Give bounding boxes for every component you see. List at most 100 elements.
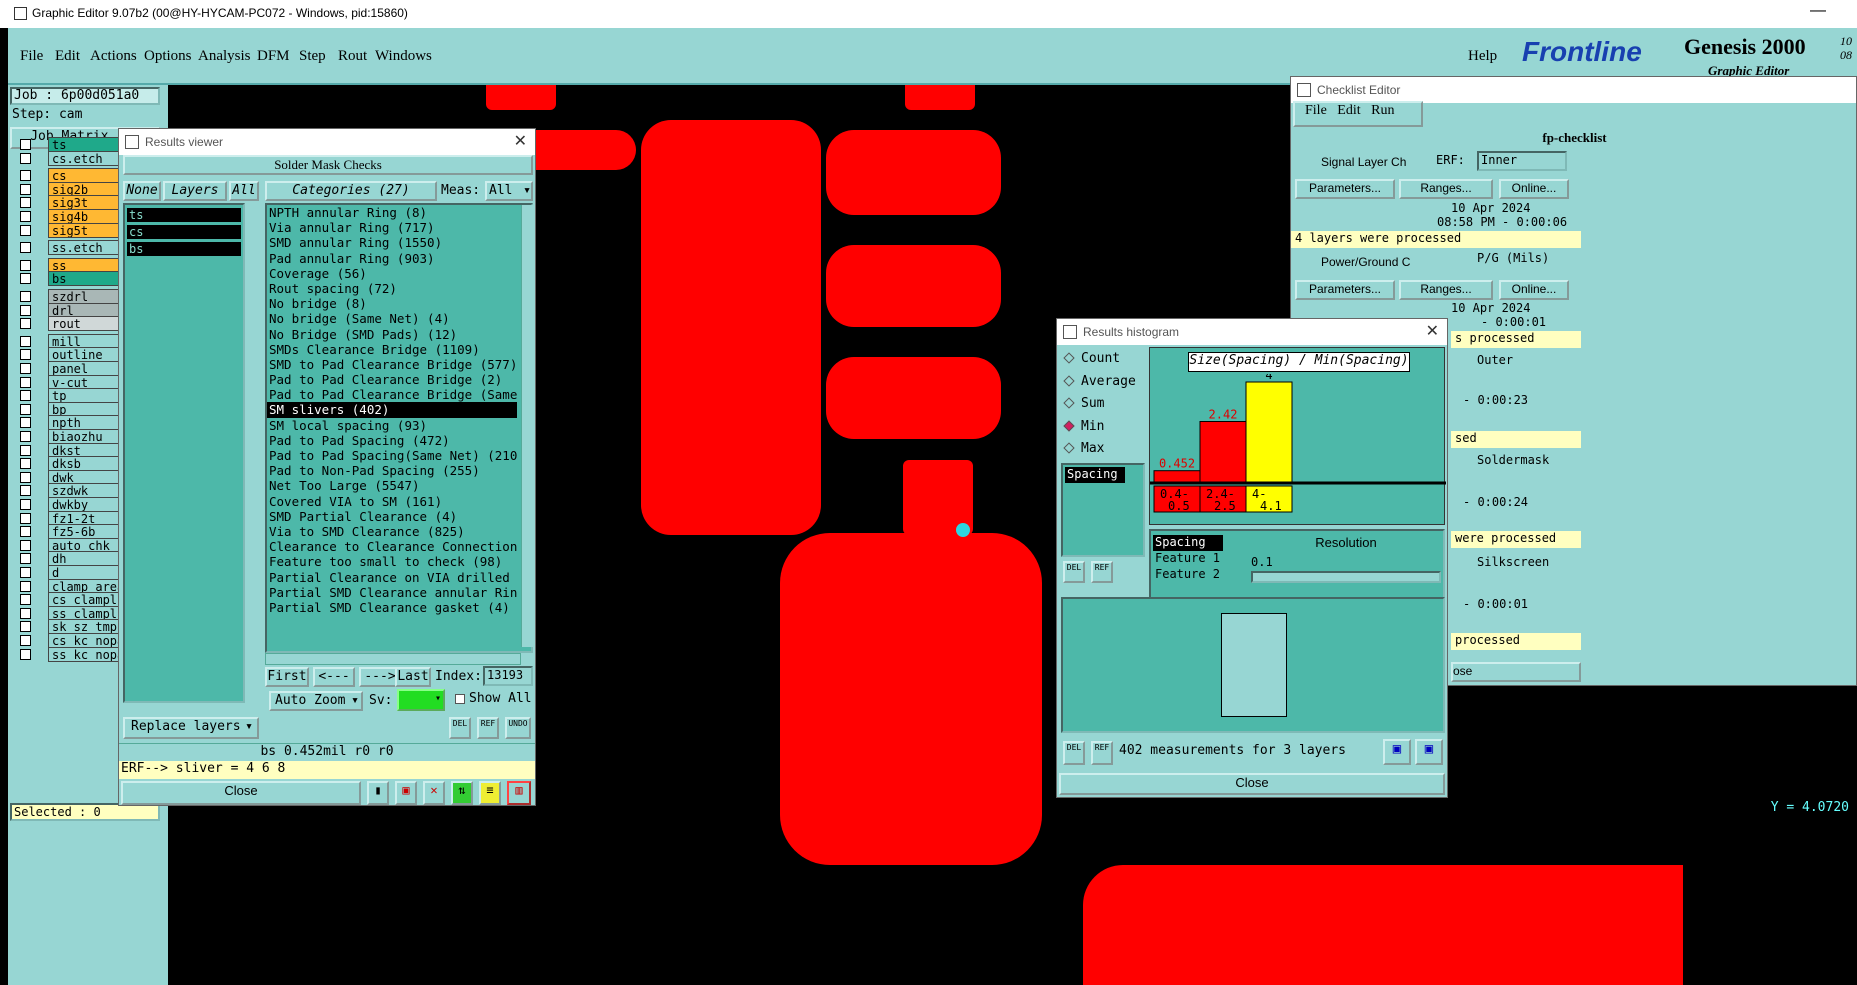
online-button-2[interactable]: Online...	[1499, 280, 1569, 300]
meas-select[interactable]: All ▾	[485, 181, 533, 201]
compare-icon[interactable]: ⇅	[451, 781, 473, 805]
menu-edit[interactable]: Edit	[55, 48, 80, 65]
minimize-icon[interactable]: —	[1810, 2, 1826, 20]
category-item[interactable]: SMD to Pad Clearance Bridge (577)	[267, 357, 517, 372]
category-item[interactable]: SMD annular Ring (1550)	[267, 235, 517, 250]
none-button[interactable]: None	[123, 181, 161, 201]
category-item[interactable]: Clearance to Clearance Connection	[267, 539, 517, 554]
category-item[interactable]: Rout spacing (72)	[267, 281, 517, 296]
category-item[interactable]: Partial Clearance on VIA drilled	[267, 570, 517, 585]
ref-button[interactable]: REF	[477, 717, 499, 739]
category-item[interactable]: SMD Partial Clearance (4)	[267, 509, 517, 524]
layer-checkbox[interactable]	[20, 183, 31, 195]
layer-checkbox[interactable]	[20, 197, 31, 209]
layer-checkbox[interactable]	[20, 349, 31, 361]
close-icon[interactable]: ✕	[514, 129, 527, 155]
hist-del-button[interactable]: DEL	[1063, 561, 1085, 583]
measure-item[interactable]: Spacing	[1065, 467, 1125, 483]
aggregate-option[interactable]: Min	[1063, 419, 1104, 437]
menu-rout[interactable]: Rout	[338, 48, 367, 65]
aggregate-option[interactable]: Max	[1063, 441, 1104, 459]
histogram-bar[interactable]	[1245, 381, 1293, 483]
layer-checkbox[interactable]	[20, 224, 31, 236]
layer-checkbox[interactable]	[20, 471, 31, 483]
parameters-button[interactable]: Parameters...	[1295, 179, 1395, 199]
category-item[interactable]: Feature too small to check (98)	[267, 554, 517, 569]
layer-checkbox[interactable]	[20, 139, 31, 150]
layer-checkbox[interactable]	[20, 403, 31, 415]
category-item[interactable]: Partial SMD Clearance gasket (4)	[267, 600, 517, 615]
category-item[interactable]: Pad to Pad Spacing (472)	[267, 433, 517, 448]
histogram-close-button[interactable]: Close	[1059, 773, 1445, 795]
category-item[interactable]: NPTH annular Ring (8)	[267, 205, 517, 220]
layer-checkbox[interactable]	[20, 152, 31, 164]
category-item[interactable]: Pad annular Ring (903)	[267, 251, 517, 266]
checklist-close-button[interactable]: ose	[1451, 662, 1581, 682]
last-button[interactable]: Last	[395, 667, 431, 687]
layer-checkbox[interactable]	[20, 539, 31, 551]
result-layer-item[interactable]: cs	[127, 225, 241, 239]
menu-actions[interactable]: Actions	[90, 48, 137, 65]
layer-checkbox[interactable]	[20, 607, 31, 619]
layer-checkbox[interactable]	[20, 499, 31, 510]
hist-ref-button-2[interactable]: REF	[1091, 741, 1113, 765]
layer-checkbox[interactable]	[20, 170, 31, 182]
menu-windows[interactable]: Windows	[375, 48, 432, 65]
notes-icon[interactable]: ≡	[479, 781, 501, 805]
detail-item-feature2[interactable]: Feature 2	[1153, 567, 1220, 581]
close-button[interactable]: Close	[121, 781, 361, 805]
ranges-button[interactable]: Ranges...	[1399, 179, 1493, 199]
layer-checkbox[interactable]	[20, 259, 31, 271]
layer-checkbox[interactable]	[20, 417, 31, 429]
menu-dfm[interactable]: DFM	[257, 48, 290, 65]
layer-checkbox[interactable]	[20, 211, 31, 222]
menu-file[interactable]: File	[20, 48, 43, 65]
cl-menu-run[interactable]: Run	[1371, 103, 1394, 118]
layer-checkbox[interactable]	[20, 273, 31, 285]
detail-item-feature1[interactable]: Feature 1	[1153, 551, 1220, 565]
menu-help[interactable]: Help	[1468, 48, 1497, 65]
first-button[interactable]: First	[265, 667, 309, 687]
layer-checkbox[interactable]	[20, 390, 31, 402]
category-item[interactable]: Coverage (56)	[267, 266, 517, 281]
record-icon[interactable]: ▣	[395, 781, 417, 805]
parameters-button-2[interactable]: Parameters...	[1295, 280, 1395, 300]
layers-button[interactable]: Layers	[163, 181, 227, 201]
resolution-slider[interactable]	[1251, 571, 1441, 583]
aggregate-option[interactable]: Count	[1063, 351, 1120, 369]
menu-step[interactable]: Step	[299, 48, 326, 65]
category-item[interactable]: Covered VIA to SM (161)	[267, 494, 517, 509]
close-icon[interactable]: ✕	[1426, 319, 1439, 345]
all-button[interactable]: All	[229, 181, 259, 201]
layer-checkbox[interactable]	[20, 242, 31, 254]
layer-checkbox[interactable]	[20, 376, 31, 388]
online-button[interactable]: Online...	[1499, 179, 1569, 199]
layer-checkbox[interactable]	[20, 485, 31, 497]
layer-checkbox[interactable]	[20, 363, 31, 374]
detail-item-spacing[interactable]: Spacing	[1153, 535, 1223, 551]
layer-checkbox[interactable]	[20, 458, 31, 470]
report-icon[interactable]: ▮	[367, 781, 389, 805]
layer-checkbox[interactable]	[20, 431, 31, 442]
histogram-bar[interactable]	[1153, 470, 1201, 483]
category-item[interactable]: Net Too Large (5547)	[267, 478, 517, 493]
menu-analysis[interactable]: Analysis	[198, 48, 251, 65]
cl-menu-file[interactable]: File	[1305, 103, 1327, 118]
category-item[interactable]: No Bridge (SMD Pads) (12)	[267, 327, 517, 342]
index-input[interactable]: 13193	[483, 666, 533, 686]
layer-checkbox[interactable]	[20, 594, 31, 606]
layer-checkbox[interactable]	[20, 444, 31, 456]
category-item[interactable]: Partial SMD Clearance annular Rin	[267, 585, 517, 600]
category-item[interactable]: Pad to Pad Clearance Bridge (2)	[267, 372, 517, 387]
layer-checkbox[interactable]	[20, 648, 31, 660]
layer-checkbox[interactable]	[20, 621, 31, 633]
ranges-button-2[interactable]: Ranges...	[1399, 280, 1493, 300]
category-hscrollbar[interactable]	[265, 653, 521, 665]
histogram-bar[interactable]	[1199, 421, 1247, 483]
layer-checkbox[interactable]	[20, 512, 31, 524]
layer-checkbox[interactable]	[20, 291, 31, 302]
layer-checkbox[interactable]	[20, 335, 31, 347]
layer-checkbox[interactable]	[20, 318, 31, 330]
layer-checkbox[interactable]	[20, 567, 31, 578]
delete-mark-icon[interactable]: ✕	[423, 781, 445, 805]
